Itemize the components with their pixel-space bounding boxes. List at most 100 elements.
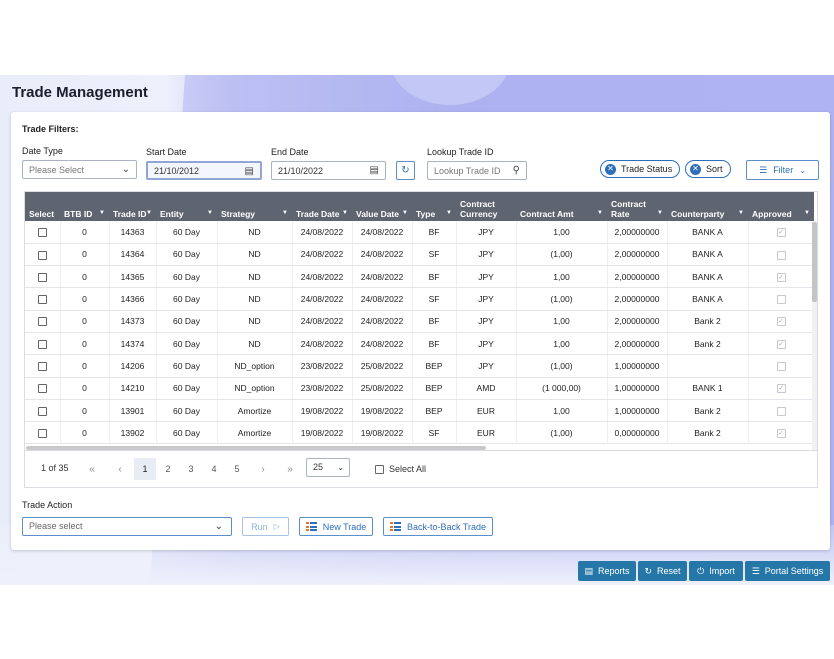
col-header-contract-rate[interactable]: Contract Rate ▼ bbox=[607, 192, 667, 221]
sort-icon[interactable]: ▼ bbox=[146, 210, 152, 217]
row-select-checkbox[interactable] bbox=[37, 250, 47, 260]
row-select-checkbox[interactable] bbox=[37, 339, 47, 349]
select-all[interactable]: Select All bbox=[375, 464, 426, 474]
row-select-cell[interactable] bbox=[25, 377, 61, 400]
new-trade-button[interactable]: New Trade bbox=[299, 517, 373, 536]
row-select-checkbox[interactable] bbox=[37, 428, 47, 438]
run-button[interactable]: Run ▷ bbox=[242, 517, 289, 536]
col-header-value-date[interactable]: Value Date ▼ bbox=[352, 192, 412, 221]
table-row[interactable]: 0 14206 60 Day ND_option 23/08/2022 25/08/202… bbox=[25, 354, 815, 378]
import-button[interactable]: ⏻ Import bbox=[689, 561, 743, 581]
sort-icon[interactable]: ▼ bbox=[99, 210, 105, 217]
table-row[interactable]: 0 14374 60 Day ND 24/08/2022 24/08/2022 BF JPY 1… bbox=[25, 332, 815, 356]
close-icon[interactable]: ✕ bbox=[605, 163, 616, 175]
sort-icon[interactable]: ▼ bbox=[738, 210, 744, 217]
back-to-back-trade-button[interactable]: Back-to-Back Trade bbox=[383, 517, 493, 536]
row-select-cell[interactable] bbox=[25, 287, 61, 311]
sort-icon[interactable]: ▼ bbox=[402, 210, 408, 217]
reset-button[interactable]: ↻ Reset bbox=[638, 561, 687, 581]
col-header-contract-amt[interactable]: Contract Amt ▼ bbox=[516, 192, 607, 221]
sort-icon[interactable]: ▼ bbox=[597, 210, 603, 217]
col-header-trade-date[interactable]: Trade Date ▼ bbox=[292, 192, 352, 221]
horizontal-scrollbar[interactable] bbox=[26, 446, 486, 450]
cell-approved: ✓ bbox=[748, 421, 815, 445]
trade-action-select[interactable]: Please select ⌄ bbox=[22, 517, 232, 536]
table-row[interactable]: 0 13901 60 Day Amortize 19/08/2022 19/08/2022… bbox=[25, 399, 815, 423]
chevron-down-icon: ⌄ bbox=[214, 521, 223, 532]
row-select-checkbox[interactable] bbox=[37, 362, 47, 372]
table-row[interactable]: 0 13902 60 Day Amortize 19/08/2022 19/08/2022… bbox=[25, 421, 815, 445]
col-header-strategy[interactable]: Strategy ▼ bbox=[217, 192, 292, 221]
sort-chip[interactable]: ✕ Sort bbox=[685, 160, 731, 178]
vertical-scrollbar[interactable] bbox=[812, 222, 817, 450]
col-header-type[interactable]: Type ▼ bbox=[412, 192, 456, 221]
row-select-cell[interactable] bbox=[25, 421, 61, 445]
trade-status-chip[interactable]: ✕ Trade Status bbox=[600, 160, 681, 178]
row-select-checkbox[interactable] bbox=[37, 406, 47, 416]
row-select-cell[interactable] bbox=[25, 221, 61, 244]
page-2-button[interactable]: 2 bbox=[157, 458, 179, 480]
row-select-cell[interactable] bbox=[25, 310, 61, 333]
col-header-counterparty[interactable]: Counterparty ▼ bbox=[667, 192, 748, 221]
reports-button[interactable]: ▤ Reports bbox=[578, 561, 636, 581]
cell-rate: 2,00000000 bbox=[607, 287, 668, 311]
close-icon[interactable]: ✕ bbox=[690, 163, 701, 175]
filter-button[interactable]: ☰ Filter ⌄ bbox=[746, 160, 819, 180]
approved-checkbox bbox=[776, 406, 786, 416]
sort-icon[interactable]: ▼ bbox=[657, 210, 663, 217]
select-all-checkbox[interactable] bbox=[375, 464, 384, 474]
row-select-checkbox[interactable] bbox=[37, 317, 47, 327]
cell-btb: 0 bbox=[60, 265, 110, 289]
table-row[interactable]: 0 14363 60 Day ND 24/08/2022 24/08/2022 BF JPY 1… bbox=[25, 221, 815, 244]
col-header-approved[interactable]: Approved ▼ bbox=[748, 192, 814, 221]
cell-ccy: JPY bbox=[456, 354, 517, 378]
cell-trade-date: 24/08/2022 bbox=[292, 287, 353, 311]
page-size-select[interactable]: 25 ⌄ bbox=[306, 458, 350, 477]
row-select-checkbox[interactable] bbox=[37, 295, 47, 305]
search-icon[interactable]: ⚲ bbox=[513, 165, 520, 176]
date-type-select[interactable]: Please Select ⌄ bbox=[22, 160, 137, 179]
page-5-button[interactable]: 5 bbox=[226, 458, 248, 480]
row-select-checkbox[interactable] bbox=[37, 272, 47, 282]
col-header-btb-id[interactable]: BTB ID ▼ bbox=[60, 192, 109, 221]
calendar-icon[interactable]: ▤ bbox=[370, 165, 379, 176]
table-row[interactable]: 0 14366 60 Day ND 24/08/2022 24/08/2022 SF JPY(… bbox=[25, 287, 815, 311]
row-select-cell[interactable] bbox=[25, 243, 61, 267]
col-header-trade-id[interactable]: Trade ID ▼ bbox=[109, 192, 156, 221]
page-1-button[interactable]: 1 bbox=[134, 458, 156, 480]
start-date-input[interactable]: 21/10/2012 ▤ bbox=[146, 161, 262, 180]
row-select-cell[interactable] bbox=[25, 332, 61, 356]
table-row[interactable]: 0 14365 60 Day ND 24/08/2022 24/08/2022 BF JPY 1… bbox=[25, 265, 815, 289]
page-4-button[interactable]: 4 bbox=[203, 458, 225, 480]
sort-icon[interactable]: ▼ bbox=[282, 210, 288, 217]
table-row[interactable]: 0 14373 60 Day ND 24/08/2022 24/08/2022 BF JPY 1… bbox=[25, 310, 815, 333]
table-row[interactable]: 0 14364 60 Day ND 24/08/2022 24/08/2022 SF JPY(… bbox=[25, 243, 815, 267]
refresh-button[interactable]: ↻ bbox=[396, 161, 415, 180]
lookup-label: Lookup Trade ID bbox=[427, 147, 494, 157]
lookup-trade-id-input[interactable]: Lookup Trade ID ⚲ bbox=[427, 161, 527, 180]
sort-icon[interactable]: ▼ bbox=[207, 210, 213, 217]
first-page-icon[interactable]: « bbox=[82, 460, 102, 480]
row-select-checkbox[interactable] bbox=[37, 384, 47, 394]
prev-page-icon[interactable]: ‹ bbox=[110, 460, 130, 480]
end-date-input[interactable]: 21/10/2022 ▤ bbox=[271, 161, 386, 180]
col-header-contract-currency[interactable]: Contract Currency bbox=[456, 192, 516, 221]
sort-icon[interactable]: ▼ bbox=[804, 210, 810, 217]
cell-btb: 0 bbox=[60, 377, 110, 400]
last-page-icon[interactable]: » bbox=[280, 460, 300, 480]
portal-settings-button[interactable]: ☰ Portal Settings bbox=[745, 561, 830, 581]
cell-entity: 60 Day bbox=[156, 243, 218, 267]
cell-amt: (1,00) bbox=[516, 354, 608, 378]
sort-icon[interactable]: ▼ bbox=[342, 210, 348, 217]
row-select-cell[interactable] bbox=[25, 354, 61, 378]
row-select-checkbox[interactable] bbox=[37, 228, 47, 238]
col-header-entity[interactable]: Entity ▼ bbox=[156, 192, 217, 221]
row-select-cell[interactable] bbox=[25, 265, 61, 289]
row-select-cell[interactable] bbox=[25, 399, 61, 423]
next-page-icon[interactable]: › bbox=[253, 460, 273, 480]
page-3-button[interactable]: 3 bbox=[180, 458, 202, 480]
cell-id: 14365 bbox=[109, 265, 157, 289]
sort-icon[interactable]: ▼ bbox=[446, 210, 452, 217]
calendar-icon[interactable]: ▤ bbox=[245, 166, 254, 177]
table-row[interactable]: 0 14210 60 Day ND_option 23/08/2022 25/08/202… bbox=[25, 377, 815, 400]
